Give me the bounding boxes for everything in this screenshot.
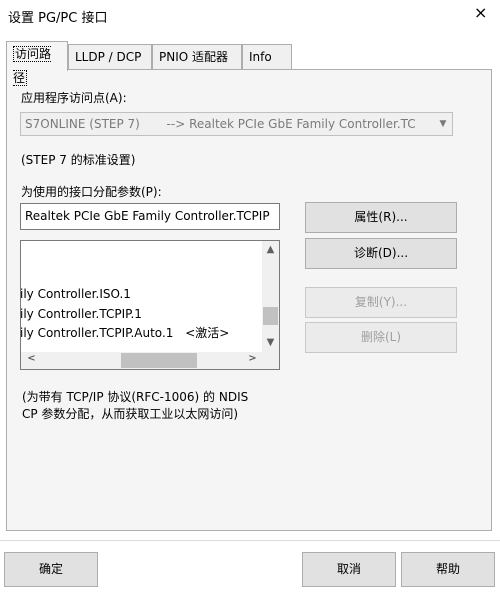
- copy-button[interactable]: 复制(Y)...: [305, 287, 457, 318]
- access-point-note: (STEP 7 的标准设置): [21, 153, 136, 167]
- interface-param-field[interactable]: Realtek PCIe GbE Family Controller.TCPIP: [20, 203, 280, 230]
- access-point-label: 应用程序访问点(A):: [21, 91, 127, 105]
- interface-list[interactable]: ily Controller.ISO.1 ily Controller.TCPI…: [20, 240, 280, 370]
- list-item-selected[interactable]: ily Controller.TCPIP.Auto.1 <激活>: [20, 324, 230, 342]
- tab-info[interactable]: Info: [242, 44, 292, 71]
- vertical-scroll-thumb[interactable]: [263, 307, 278, 325]
- tab-strip: 访问路径 LLDP / DCP PNIO 适配器 Info: [0, 36, 500, 86]
- list-item[interactable]: ily Controller.ISO.1: [20, 285, 131, 303]
- vertical-scrollbar[interactable]: ▲ ▼: [262, 241, 279, 353]
- access-point-value: S7ONLINE (STEP 7) --> Realtek PCIe GbE F…: [25, 117, 416, 131]
- scroll-right-icon[interactable]: >: [244, 353, 261, 364]
- scroll-up-icon[interactable]: ▲: [262, 244, 279, 255]
- scrollbar-corner: [262, 352, 279, 369]
- properties-button[interactable]: 属性(R)...: [305, 202, 457, 233]
- horizontal-scroll-thumb[interactable]: [121, 353, 197, 368]
- access-point-select[interactable]: S7ONLINE (STEP 7) --> Realtek PCIe GbE F…: [20, 112, 453, 136]
- tab-lldp-dcp-label: LLDP / DCP: [75, 50, 142, 64]
- scroll-left-icon[interactable]: <: [23, 353, 40, 364]
- chevron-down-icon[interactable]: ▼: [435, 114, 451, 134]
- description-line-1: (为带有 TCP/IP 协议(RFC-1006) 的 NDIS: [22, 390, 249, 404]
- list-item-label: ily Controller.TCPIP.1: [20, 307, 142, 321]
- horizontal-scrollbar[interactable]: < >: [21, 352, 263, 369]
- tab-pnio-adapter-label: PNIO 适配器: [159, 50, 229, 64]
- tab-pnio-adapter[interactable]: PNIO 适配器: [152, 44, 242, 71]
- close-icon[interactable]: ×: [474, 3, 487, 22]
- list-item-label: ily Controller.ISO.1: [20, 287, 131, 301]
- description-line-2: CP 参数分配，从而获取工业以太网访问): [22, 407, 239, 421]
- scroll-down-icon[interactable]: ▼: [262, 337, 279, 348]
- tab-access-path[interactable]: 访问路径: [6, 41, 68, 86]
- ok-button[interactable]: 确定: [4, 552, 98, 587]
- list-item[interactable]: ily Controller.TCPIP.1: [20, 305, 142, 323]
- tab-lldp-dcp[interactable]: LLDP / DCP: [68, 44, 152, 71]
- list-item-label: ily Controller.TCPIP.Auto.1: [20, 326, 174, 340]
- footer-divider: [0, 540, 500, 541]
- tab-info-label: Info: [249, 50, 272, 64]
- delete-button[interactable]: 删除(L): [305, 322, 457, 353]
- cancel-button[interactable]: 取消: [302, 552, 396, 587]
- params-label: 为使用的接口分配参数(P):: [21, 185, 162, 199]
- help-button[interactable]: 帮助: [401, 552, 495, 587]
- diagnostics-button[interactable]: 诊断(D)...: [305, 238, 457, 269]
- active-tag: <激活>: [185, 326, 230, 340]
- window-title: 设置 PG/PC 接口: [8, 11, 108, 26]
